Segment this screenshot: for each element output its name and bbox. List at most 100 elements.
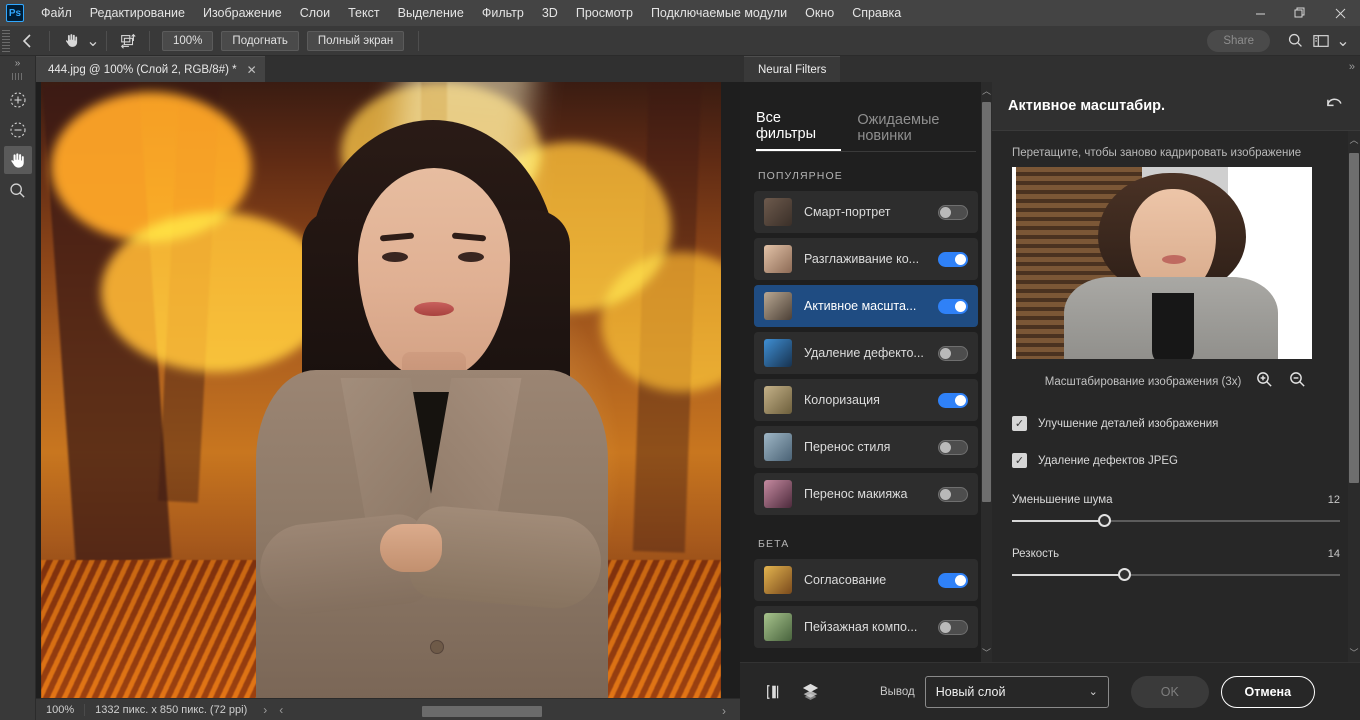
maximize-button[interactable] xyxy=(1280,0,1320,26)
checkbox-remove-jpeg[interactable]: ✓ xyxy=(1012,453,1027,468)
filter-label: Согласование xyxy=(804,573,887,587)
filter-row-landscape-mixer[interactable]: Пейзажная компо... xyxy=(754,606,978,648)
cancel-button[interactable]: Отмена xyxy=(1220,675,1315,708)
menu-filter[interactable]: Фильтр xyxy=(473,2,533,24)
slider-track[interactable] xyxy=(1012,514,1340,527)
tab-all-filters[interactable]: Все фильтры xyxy=(756,110,842,151)
output-label: Вывод xyxy=(880,685,915,698)
output-select[interactable]: Новый слой ⌄ xyxy=(924,675,1109,708)
menu-text[interactable]: Текст xyxy=(339,2,388,24)
filter-label: Активное масшта... xyxy=(804,299,917,313)
scroll-down-icon[interactable]: ﹀ xyxy=(981,646,992,660)
filter-toggle[interactable] xyxy=(938,439,968,455)
canvas-area[interactable] xyxy=(36,82,740,720)
search-icon[interactable] xyxy=(1282,28,1308,54)
menu-plugins[interactable]: Подключаемые модули xyxy=(642,2,796,24)
document-image[interactable] xyxy=(41,82,721,700)
checkbox-enhance-detail[interactable]: ✓ xyxy=(1012,416,1027,431)
filter-row-smart-portrait[interactable]: Смарт-портрет xyxy=(754,191,978,233)
slider-noise-reduction: Уменьшение шума 12 xyxy=(1012,494,1340,527)
filter-row-makeup-transfer[interactable]: Перенос макияжа xyxy=(754,473,978,515)
workspace-icon[interactable] xyxy=(1308,28,1334,54)
menu-select[interactable]: Выделение xyxy=(389,2,473,24)
filter-toggle[interactable] xyxy=(938,251,968,267)
slider-label: Уменьшение шума xyxy=(1012,494,1113,506)
neural-filters-body: Все фильтры Ожидаемые новинки ПОПУЛЯРНОЕ… xyxy=(740,82,1360,662)
split-preview-icon[interactable] xyxy=(756,674,792,710)
filter-row-style-transfer[interactable]: Перенос стиля xyxy=(754,426,978,468)
filter-toggle[interactable] xyxy=(938,298,968,314)
slider-track[interactable] xyxy=(1012,568,1340,581)
filter-toggle[interactable] xyxy=(938,345,968,361)
zoom-in-icon[interactable] xyxy=(1255,370,1274,394)
filter-list-scrollbar[interactable]: ︿ ﹀ xyxy=(981,82,992,662)
status-collapse-icon[interactable]: ‹ xyxy=(273,703,289,717)
scroll-right-icon[interactable]: › xyxy=(722,704,726,718)
panel-expand-icon[interactable]: » xyxy=(1349,61,1355,73)
menu-edit[interactable]: Редактирование xyxy=(81,2,194,24)
magnifier-tool-icon[interactable] xyxy=(4,176,32,204)
checkbox-row-remove-jpeg[interactable]: ✓ Удаление дефектов JPEG xyxy=(1012,453,1340,468)
menu-image[interactable]: Изображение xyxy=(194,2,291,24)
hand-tool-chevron-icon[interactable]: ⌄ xyxy=(86,28,100,54)
close-button[interactable] xyxy=(1320,0,1360,26)
checkbox-label: Удаление дефектов JPEG xyxy=(1038,454,1178,467)
slider-knob[interactable] xyxy=(1097,514,1111,527)
toolbar-expand-icon[interactable]: » xyxy=(0,56,35,69)
fullscreen-button[interactable]: Полный экран xyxy=(306,30,405,51)
menu-window[interactable]: Окно xyxy=(796,2,843,24)
filter-toggle[interactable] xyxy=(938,204,968,220)
hand-tool-icon[interactable] xyxy=(56,28,86,54)
back-arrow-icon[interactable] xyxy=(13,28,43,54)
filter-row-harmonization[interactable]: Согласование xyxy=(754,559,978,601)
document-tab[interactable]: 444.jpg @ 100% (Слой 2, RGB/8#) * ✕ xyxy=(36,56,265,82)
scroll-up-icon[interactable]: ︿ xyxy=(1348,133,1360,147)
filter-row-skin-smoothing[interactable]: Разглаживание ко... xyxy=(754,238,978,280)
menu-file[interactable]: Файл xyxy=(32,2,81,24)
share-button[interactable]: Share xyxy=(1207,29,1270,52)
layers-icon[interactable] xyxy=(792,674,828,710)
fit-screen-button[interactable]: Подогнать xyxy=(221,30,299,51)
menu-3d[interactable]: 3D xyxy=(533,2,567,24)
status-zoom-level[interactable]: 100% xyxy=(36,703,86,716)
detail-scrollbar[interactable]: ︿ ﹀ xyxy=(1348,131,1360,662)
filter-preview-image[interactable] xyxy=(1012,167,1312,359)
filter-row-colorize[interactable]: Колоризация xyxy=(754,379,978,421)
ok-button[interactable]: OK xyxy=(1130,675,1209,708)
chevron-down-icon[interactable]: ⌄ xyxy=(1089,685,1098,698)
filter-toggle[interactable] xyxy=(938,486,968,502)
close-icon[interactable]: ✕ xyxy=(247,63,257,77)
zoom-in-tool-icon[interactable] xyxy=(4,86,32,114)
tab-upcoming-filters[interactable]: Ожидаемые новинки xyxy=(857,112,992,151)
workspace-chevron-icon[interactable]: ⌄ xyxy=(1334,28,1352,54)
filter-toggle[interactable] xyxy=(938,619,968,635)
filter-list-scrollbar-thumb[interactable] xyxy=(982,102,991,502)
minimize-button[interactable] xyxy=(1240,0,1280,26)
slider-knob[interactable] xyxy=(1117,568,1131,581)
menu-help[interactable]: Справка xyxy=(843,2,910,24)
zoom-level-button[interactable]: 100% xyxy=(162,30,214,51)
scroll-down-icon[interactable]: ﹀ xyxy=(1348,646,1360,660)
zoom-out-icon[interactable] xyxy=(1288,370,1307,394)
zoom-out-tool-icon[interactable] xyxy=(4,116,32,144)
reset-icon[interactable] xyxy=(1325,95,1344,117)
hand-tool-icon[interactable] xyxy=(3,146,32,174)
preview-person xyxy=(1064,173,1278,359)
filter-label: Перенос макияжа xyxy=(804,487,908,501)
menu-layers[interactable]: Слои xyxy=(291,2,339,24)
menu-view[interactable]: Просмотр xyxy=(567,2,642,24)
status-expand-icon[interactable]: › xyxy=(257,703,273,717)
filter-toggle[interactable] xyxy=(938,572,968,588)
filter-row-super-zoom[interactable]: Активное масшта... xyxy=(754,285,978,327)
detail-scrollbar-thumb[interactable] xyxy=(1349,153,1359,483)
scroll-all-windows-icon[interactable] xyxy=(113,28,143,54)
filter-row-jpeg-artifacts-removal[interactable]: Удаление дефекто... xyxy=(754,332,978,374)
options-bar-grip[interactable] xyxy=(2,29,10,52)
checkbox-row-enhance-detail[interactable]: ✓ Улучшение деталей изображения xyxy=(1012,416,1340,431)
scroll-up-icon[interactable]: ︿ xyxy=(981,84,992,98)
horizontal-scrollbar[interactable]: › xyxy=(312,704,732,718)
horizontal-scrollbar-thumb[interactable] xyxy=(422,706,542,717)
tab-neural-filters[interactable]: Neural Filters xyxy=(744,56,841,82)
toolbar-grip[interactable] xyxy=(11,73,24,80)
filter-toggle[interactable] xyxy=(938,392,968,408)
